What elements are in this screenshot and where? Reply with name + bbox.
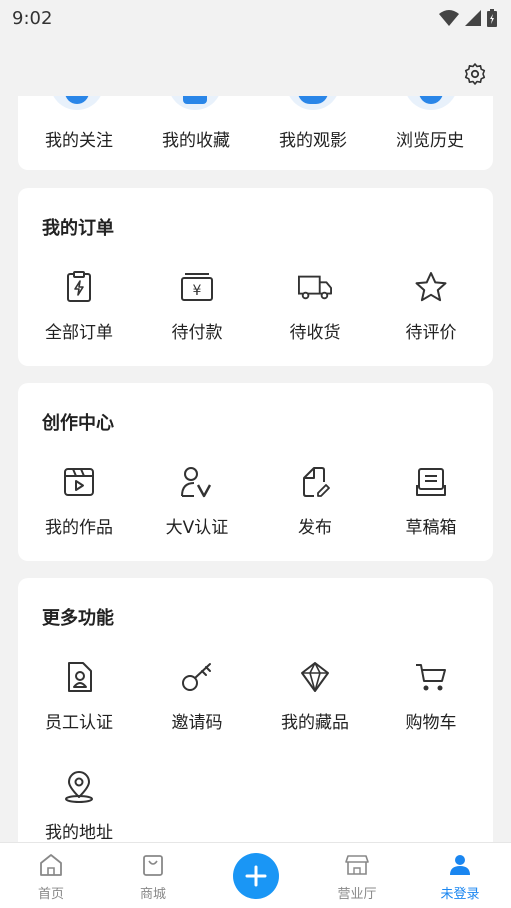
signal-icon: [465, 10, 481, 26]
scroll-area[interactable]: 我的关注 我的收藏 我的观影 浏览历史 我的订单 全部订单 ¥ 待付款 待收货 …: [0, 96, 511, 842]
drafts-button[interactable]: 草稿箱: [372, 465, 490, 538]
more-label: 我的地址: [45, 823, 113, 842]
publish-fab-button[interactable]: [233, 853, 279, 899]
creation-card: 创作中心 我的作品 大V认证 发布 草稿箱: [18, 383, 493, 561]
edit-file-icon: [298, 465, 332, 499]
home-icon: [38, 853, 64, 877]
clipboard-bolt-icon: [62, 270, 96, 304]
settings-button[interactable]: [461, 60, 489, 88]
creation-label: 发布: [298, 518, 332, 538]
my-works-button[interactable]: 我的作品: [20, 465, 138, 538]
order-label: 待收货: [289, 323, 341, 343]
creation-title: 创作中心: [42, 413, 114, 434]
user-icon: [447, 853, 473, 877]
status-bar: 9:02: [0, 0, 511, 36]
invite-code-button[interactable]: 邀请码: [138, 660, 256, 733]
creation-label: 大V认证: [165, 518, 229, 538]
plus-icon: [245, 865, 267, 887]
shortcut-label: 我的关注: [45, 131, 113, 151]
follow-icon: [50, 96, 104, 110]
cart-button[interactable]: 购物车: [372, 660, 490, 733]
diamond-icon: [298, 660, 332, 694]
orders-card: 我的订单 全部订单 ¥ 待付款 待收货 待评价: [18, 188, 493, 366]
more-title: 更多功能: [42, 608, 114, 629]
location-icon: [62, 770, 96, 804]
more-label: 员工认证: [45, 713, 113, 733]
more-label: 邀请码: [171, 713, 223, 733]
order-shipping-button[interactable]: 待收货: [256, 270, 374, 343]
shortcut-movie[interactable]: 我的观影: [254, 96, 372, 170]
more-card: 更多功能 员工认证 邀请码 我的藏品 购物车 我的地址: [18, 578, 493, 842]
tab-label: 商城: [139, 887, 166, 902]
publish-button[interactable]: 发布: [256, 465, 374, 538]
video-icon: [62, 465, 96, 499]
employee-verify-button[interactable]: 员工认证: [20, 660, 138, 733]
tab-store[interactable]: 营业厅: [312, 853, 402, 902]
order-unpaid-button[interactable]: ¥ 待付款: [138, 270, 256, 343]
tab-label: 营业厅: [337, 887, 377, 902]
wallet-yen-icon: ¥: [180, 270, 214, 304]
shortcut-label: 我的观影: [279, 131, 347, 151]
shopping-bag-icon: [140, 853, 166, 877]
history-icon: [404, 96, 458, 110]
star-icon: [414, 270, 448, 304]
big-v-verify-button[interactable]: 大V认证: [138, 465, 256, 538]
key-icon: [180, 660, 214, 694]
creation-label: 草稿箱: [405, 518, 457, 538]
status-icons: [439, 9, 497, 27]
movie-icon: [286, 96, 340, 110]
draft-box-icon: [414, 465, 448, 499]
my-address-button[interactable]: 我的地址: [20, 770, 138, 842]
favorite-icon: [168, 96, 222, 110]
wifi-icon: [439, 10, 459, 26]
shortcut-label: 浏览历史: [396, 131, 464, 151]
more-label: 我的藏品: [281, 713, 349, 733]
status-time: 9:02: [12, 7, 53, 29]
tab-profile[interactable]: 未登录: [415, 853, 505, 902]
cart-icon: [414, 660, 448, 694]
shortcut-label: 我的收藏: [162, 131, 230, 151]
shortcut-history[interactable]: 浏览历史: [372, 96, 490, 170]
battery-icon: [487, 9, 497, 27]
gear-icon: [464, 63, 486, 85]
tab-home[interactable]: 首页: [6, 853, 96, 902]
tab-label: 未登录: [440, 887, 480, 902]
svg-text:¥: ¥: [193, 283, 202, 299]
user-v-icon: [180, 465, 214, 499]
order-all-button[interactable]: 全部订单: [20, 270, 138, 343]
order-label: 待评价: [405, 323, 457, 343]
shortcut-follow[interactable]: 我的关注: [18, 96, 136, 170]
orders-title: 我的订单: [42, 218, 114, 239]
order-label: 全部订单: [45, 323, 113, 343]
tab-bar: 首页 商城 营业厅 未登录: [0, 842, 511, 908]
store-icon: [344, 853, 370, 877]
creation-label: 我的作品: [45, 518, 113, 538]
employee-badge-icon: [62, 660, 96, 694]
shortcut-favorite[interactable]: 我的收藏: [136, 96, 254, 170]
my-collectibles-button[interactable]: 我的藏品: [256, 660, 374, 733]
order-review-button[interactable]: 待评价: [372, 270, 490, 343]
order-label: 待付款: [171, 323, 223, 343]
truck-icon: [298, 270, 332, 304]
tab-mall[interactable]: 商城: [108, 853, 198, 902]
tab-label: 首页: [37, 887, 64, 902]
more-label: 购物车: [405, 713, 457, 733]
